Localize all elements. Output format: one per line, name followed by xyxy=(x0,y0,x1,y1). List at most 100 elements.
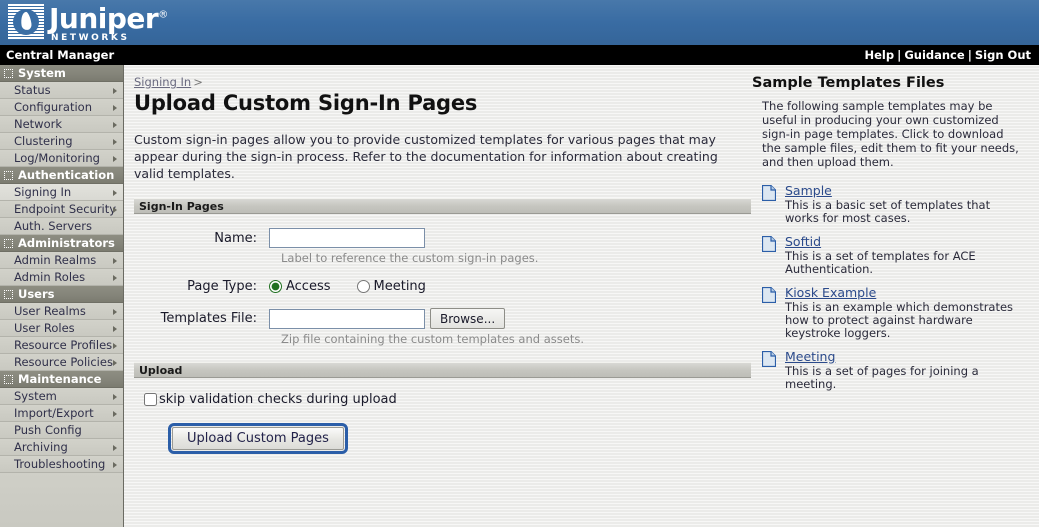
templates-file-input[interactable] xyxy=(269,308,425,329)
radio-meeting-label: Meeting xyxy=(373,279,426,294)
chevron-right-icon xyxy=(113,207,117,213)
sidebar-item-user-roles[interactable]: User Roles xyxy=(0,320,123,337)
document-icon xyxy=(761,235,777,253)
sidebar-item-troubleshooting[interactable]: Troubleshooting xyxy=(0,456,123,473)
page-type-label: Page Type: xyxy=(187,279,257,294)
sidebar-item-endpoint-security[interactable]: Endpoint Security xyxy=(0,201,123,218)
radio-meeting[interactable] xyxy=(356,280,370,293)
sample-templates-intro: The following sample templates may be us… xyxy=(762,99,1019,169)
name-label: Name: xyxy=(214,230,257,246)
list-item-body: Meeting This is a set of pages for joinin… xyxy=(785,349,1033,391)
sidebar-section-administrators[interactable]: Administrators xyxy=(0,235,123,252)
templates-file-row: Templates File: Browse... xyxy=(134,308,754,329)
chevron-right-icon xyxy=(113,309,117,315)
sidebar-section-label: Administrators xyxy=(18,235,115,250)
section-header-upload: Upload xyxy=(134,362,751,378)
sign-out-link[interactable]: Sign Out xyxy=(975,48,1031,62)
help-link[interactable]: Help xyxy=(865,48,895,62)
sample-templates-list: Sample This is a basic set of templates t… xyxy=(752,183,1033,391)
sidebar-item-configuration[interactable]: Configuration xyxy=(0,99,123,116)
logo-subtext: NETWORKS xyxy=(51,33,130,43)
skip-validation-label[interactable]: skip validation checks during upload xyxy=(159,392,397,407)
template-link-sample[interactable]: Sample xyxy=(785,183,1033,198)
chevron-right-icon xyxy=(113,411,117,417)
sidebar-item-network[interactable]: Network xyxy=(0,116,123,133)
template-link-softid[interactable]: Softid xyxy=(785,234,1033,249)
sidebar-item-label: Archiving xyxy=(14,440,68,454)
sidebar-section-maintenance[interactable]: Maintenance xyxy=(0,371,123,388)
app-title-bar: Central Manager Help | Guidance | Sign Out xyxy=(0,45,1039,65)
sidebar-item-import-export[interactable]: Import/Export xyxy=(0,405,123,422)
page-title: Upload Custom Sign-In Pages xyxy=(134,91,478,115)
sidebar-filler xyxy=(0,473,123,527)
sidebar-item-label: Network xyxy=(14,117,63,131)
top-nav-links: Help | Guidance | Sign Out xyxy=(865,48,1032,62)
sidebar-section-label: Authentication xyxy=(18,167,115,182)
chevron-right-icon xyxy=(113,105,117,111)
app-title: Central Manager xyxy=(6,48,115,62)
chevron-right-icon xyxy=(113,394,117,400)
sidebar-item-user-realms[interactable]: User Realms xyxy=(0,303,123,320)
sidebar-section-label: System xyxy=(18,65,66,80)
chevron-right-icon xyxy=(113,445,117,451)
document-icon xyxy=(761,184,777,202)
skip-validation-checkbox[interactable] xyxy=(144,393,157,406)
sidebar-item-label: Log/Monitoring xyxy=(14,151,100,165)
sidebar-section-system[interactable]: System xyxy=(0,65,123,82)
guidance-link[interactable]: Guidance xyxy=(904,48,964,62)
list-item: Softid This is a set of templates for ACE… xyxy=(761,234,1033,276)
chevron-right-icon xyxy=(113,326,117,332)
sidebar-item-resource-profiles[interactable]: Resource Profiles xyxy=(0,337,123,354)
sidebar-section-label: Maintenance xyxy=(18,371,102,386)
sidebar-item-label: User Roles xyxy=(14,321,75,335)
breadcrumb-link-signing-in[interactable]: Signing In xyxy=(134,75,191,89)
sidebar-item-log-monitoring[interactable]: Log/Monitoring xyxy=(0,150,123,167)
sidebar-item-label: System xyxy=(14,389,57,403)
chevron-right-icon xyxy=(113,258,117,264)
nav-separator-1: | xyxy=(897,48,902,62)
form-column: Signing In > Upload Custom Sign-In Pages … xyxy=(134,75,754,454)
page-description: Custom sign-in pages allow you to provid… xyxy=(134,132,718,181)
radio-access[interactable] xyxy=(269,280,282,293)
name-input[interactable] xyxy=(269,228,425,248)
template-link-meeting[interactable]: Meeting xyxy=(785,349,1033,364)
sidebar-item-system[interactable]: System xyxy=(0,388,123,405)
sidebar-item-admin-roles[interactable]: Admin Roles xyxy=(0,269,123,286)
sidebar-item-status[interactable]: Status xyxy=(0,82,123,99)
expand-collapse-icon xyxy=(4,289,13,299)
sidebar-section-users[interactable]: Users xyxy=(0,286,123,303)
sidebar-item-signing-in[interactable]: Signing In xyxy=(0,184,123,201)
section-header-signin-pages: Sign-In Pages xyxy=(134,198,751,214)
radio-option-access[interactable]: Access xyxy=(269,279,331,294)
chevron-right-icon xyxy=(113,139,117,145)
sidebar-item-auth-servers[interactable]: Auth. Servers xyxy=(0,218,123,235)
sidebar-item-label: Resource Policies xyxy=(14,355,113,369)
sidebar-item-archiving[interactable]: Archiving xyxy=(0,439,123,456)
radio-option-meeting[interactable]: Meeting xyxy=(356,279,426,294)
sidebar-item-label: Clustering xyxy=(14,134,73,148)
sidebar-item-label: Status xyxy=(14,83,51,97)
sidebar-section-authentication[interactable]: Authentication xyxy=(0,167,123,184)
sidebar-item-label: Admin Roles xyxy=(14,270,86,284)
sidebar-item-admin-realms[interactable]: Admin Realms xyxy=(0,252,123,269)
name-hint: Label to reference the custom sign-in pa… xyxy=(281,251,539,265)
chevron-right-icon xyxy=(113,275,117,281)
sidebar-item-push-config[interactable]: Push Config xyxy=(0,422,123,439)
sidebar-item-label: User Realms xyxy=(14,304,86,318)
sidebar-item-clustering[interactable]: Clustering xyxy=(0,133,123,150)
list-item-body: Kiosk Example This is an example which de… xyxy=(785,285,1033,340)
sidebar-item-resource-policies[interactable]: Resource Policies xyxy=(0,354,123,371)
browse-button[interactable]: Browse... xyxy=(430,308,506,329)
list-item: Meeting This is a set of pages for joinin… xyxy=(761,349,1033,391)
list-item-body: Sample This is a basic set of templates t… xyxy=(785,183,1033,225)
juniper-logo: Juniper® NETWORKS xyxy=(8,4,168,43)
template-link-kiosk-example[interactable]: Kiosk Example xyxy=(785,285,1033,300)
page-body: System Status Configuration Network Clusteri… xyxy=(0,65,1039,527)
chevron-right-icon xyxy=(113,122,117,128)
templates-file-label: Templates File: xyxy=(160,311,257,326)
juniper-globe-flame-icon xyxy=(8,4,44,40)
left-sidebar-nav: System Status Configuration Network Clusteri… xyxy=(0,65,124,527)
upload-custom-pages-button[interactable]: Upload Custom Pages xyxy=(168,423,348,454)
registered-trademark-icon: ® xyxy=(158,9,168,21)
expand-collapse-icon xyxy=(4,68,13,78)
